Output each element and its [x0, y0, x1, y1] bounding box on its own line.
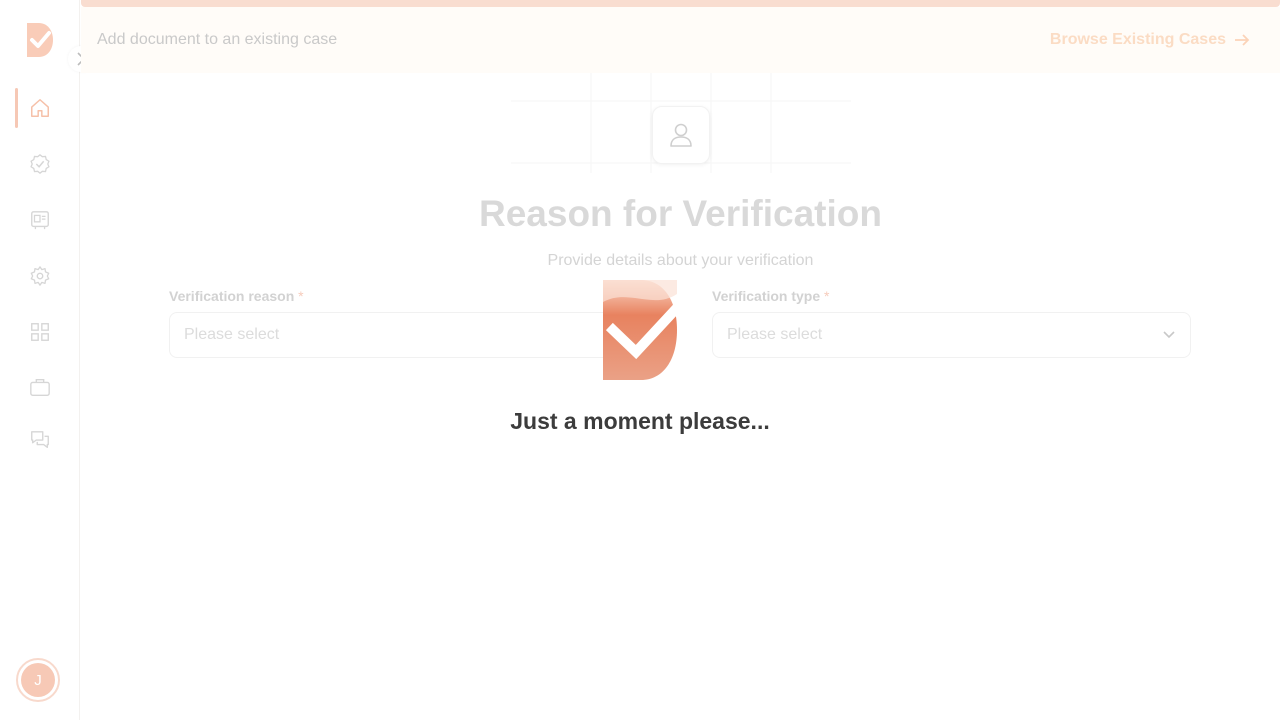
arrow-right-icon [1235, 34, 1250, 46]
browse-existing-cases-link[interactable]: Browse Existing Cases [1050, 31, 1250, 49]
app-logo[interactable] [27, 23, 53, 57]
sidebar-item-verifications[interactable] [0, 144, 80, 184]
verification-type-label-text: Verification type [712, 288, 821, 304]
user-icon [670, 123, 692, 147]
home-icon [31, 99, 49, 117]
verification-reason-placeholder: Please select [184, 326, 280, 343]
banner-text: Add document to an existing case [97, 31, 338, 48]
sidebar-item-messages[interactable] [0, 420, 80, 460]
top-accent-bar [81, 0, 1280, 7]
sidebar: J [0, 0, 94, 720]
browse-existing-cases-label: Browse Existing Cases [1049, 31, 1226, 48]
sidebar-item-cases[interactable] [0, 367, 80, 407]
verification-type-select[interactable]: Please select [712, 312, 1191, 358]
verification-reason-label-text: Verification reason [169, 288, 295, 304]
apps-grid-icon [31, 323, 49, 341]
required-mark: * [824, 288, 830, 304]
sidebar-item-home[interactable] [0, 88, 80, 128]
verification-type-placeholder: Please select [727, 326, 823, 343]
page-title: Reason for Verification [479, 193, 882, 234]
sidebar-item-documents[interactable] [0, 200, 80, 240]
sidebar-item-settings[interactable] [0, 256, 80, 296]
verification-reason-select[interactable]: Please select [169, 312, 647, 358]
gear-icon [30, 266, 50, 286]
app-root: J Add document to an existing case Brows… [0, 0, 1280, 720]
page-subtitle: Provide details about your verification [547, 252, 814, 269]
user-badge [652, 106, 710, 164]
existing-case-banner: Add document to an existing case Browse … [81, 7, 1280, 73]
required-mark: * [298, 288, 304, 304]
chevron-down-icon [619, 331, 631, 339]
briefcase-icon [30, 378, 50, 396]
chevron-down-icon [1163, 331, 1175, 339]
id-card-icon [31, 211, 49, 230]
verification-reason-label: Verification reason * [169, 288, 304, 304]
user-avatar[interactable]: J [16, 658, 60, 702]
avatar-initial: J [21, 663, 55, 697]
main-content: Reason for Verification Provide details … [81, 73, 1280, 720]
chat-icon [31, 431, 49, 449]
verification-type-label: Verification type * [712, 288, 830, 304]
verified-badge-icon [30, 154, 50, 174]
sidebar-item-apps[interactable] [0, 312, 80, 352]
